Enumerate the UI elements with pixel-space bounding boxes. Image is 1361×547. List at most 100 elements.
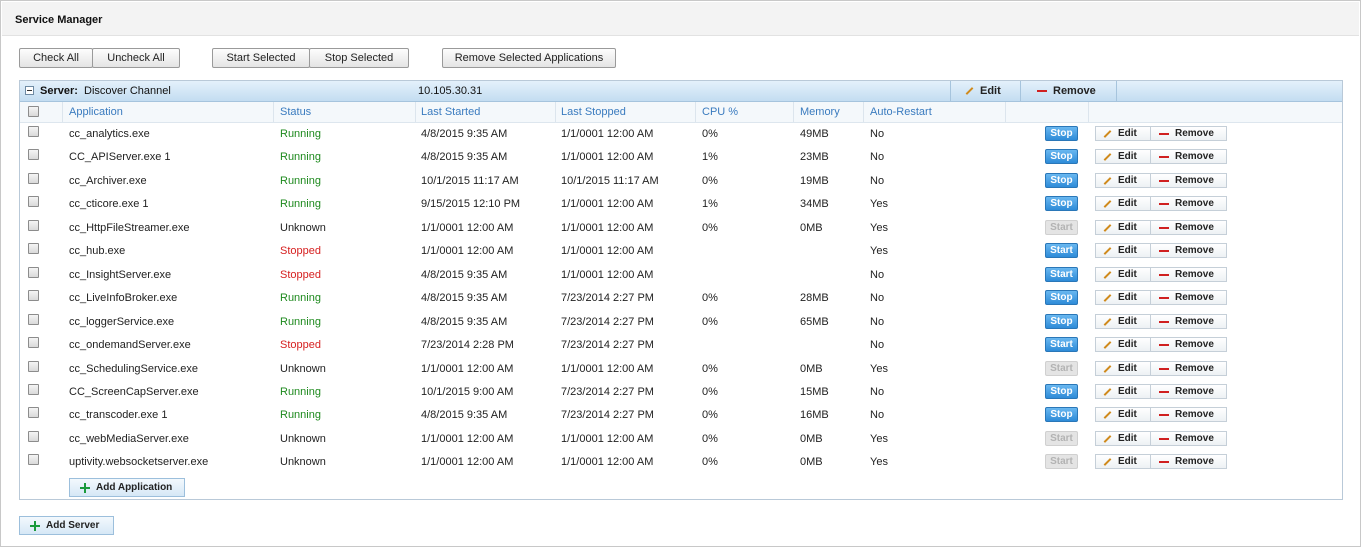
col-application[interactable]: Application [69, 106, 123, 118]
row-checkbox[interactable] [28, 220, 39, 231]
row-checkbox[interactable] [28, 290, 39, 301]
row-checkbox[interactable] [28, 361, 39, 372]
row-checkbox[interactable] [28, 314, 39, 325]
add-server-button[interactable]: Add Server [19, 516, 114, 535]
pencil-icon [965, 87, 974, 95]
remove-button[interactable]: Remove [1150, 267, 1227, 282]
pencil-icon [1103, 129, 1112, 138]
row-checkbox[interactable] [28, 454, 39, 465]
cpu-value: 0% [702, 409, 718, 421]
server-remove-button[interactable]: Remove [1020, 81, 1116, 101]
edit-button[interactable]: Edit [1095, 290, 1151, 305]
stop-button[interactable]: Stop [1045, 149, 1078, 164]
edit-button[interactable]: Edit [1095, 384, 1151, 399]
remove-button[interactable]: Remove [1150, 290, 1227, 305]
col-status[interactable]: Status [280, 106, 311, 118]
remove-button[interactable]: Remove [1150, 243, 1227, 258]
row-checkbox[interactable] [28, 196, 39, 207]
row-checkbox[interactable] [28, 126, 39, 137]
application-name: cc_HttpFileStreamer.exe [69, 222, 190, 234]
edit-button[interactable]: Edit [1095, 243, 1151, 258]
add-application-button[interactable]: Add Application [69, 478, 185, 497]
check-all-button[interactable]: Check All [19, 48, 93, 68]
start-button[interactable]: Start [1045, 267, 1078, 282]
col-last-stopped[interactable]: Last Stopped [561, 106, 626, 118]
edit-label: Edit [1118, 363, 1137, 374]
edit-label: Edit [1118, 456, 1137, 467]
edit-button[interactable]: Edit [1095, 361, 1151, 376]
edit-button[interactable]: Edit [1095, 196, 1151, 211]
row-checkbox[interactable] [28, 243, 39, 254]
server-edit-button[interactable]: Edit [950, 81, 1020, 101]
start-selected-button[interactable]: Start Selected [212, 48, 310, 68]
row-checkbox[interactable] [28, 407, 39, 418]
edit-button[interactable]: Edit [1095, 220, 1151, 235]
col-auto-restart[interactable]: Auto-Restart [870, 106, 932, 118]
last-stopped: 1/1/0001 12:00 AM [561, 151, 654, 163]
edit-label: Edit [1118, 198, 1137, 209]
start-button[interactable]: Start [1045, 337, 1078, 352]
collapse-toggle-icon[interactable] [25, 86, 34, 95]
application-name: CC_APIServer.exe 1 [69, 151, 171, 163]
stop-button[interactable]: Stop [1045, 314, 1078, 329]
edit-button[interactable]: Edit [1095, 337, 1151, 352]
row-checkbox[interactable] [28, 149, 39, 160]
edit-button[interactable]: Edit [1095, 126, 1151, 141]
stop-button[interactable]: Stop [1045, 407, 1078, 422]
edit-button[interactable]: Edit [1095, 454, 1151, 469]
edit-button[interactable]: Edit [1095, 431, 1151, 446]
last-started: 1/1/0001 12:00 AM [421, 245, 514, 257]
remove-button[interactable]: Remove [1150, 407, 1227, 422]
remove-button[interactable]: Remove [1150, 196, 1227, 211]
remove-button[interactable]: Remove [1150, 173, 1227, 188]
remove-button[interactable]: Remove [1150, 384, 1227, 399]
auto-restart-value: No [870, 269, 885, 281]
edit-button[interactable]: Edit [1095, 314, 1151, 329]
last-started: 10/1/2015 9:00 AM [421, 386, 514, 398]
remove-button[interactable]: Remove [1150, 220, 1227, 235]
last-stopped: 1/1/0001 12:00 AM [561, 128, 654, 140]
remove-button[interactable]: Remove [1150, 361, 1227, 376]
edit-button[interactable]: Edit [1095, 267, 1151, 282]
application-name: cc_InsightServer.exe [69, 269, 172, 281]
remove-button[interactable]: Remove [1150, 126, 1227, 141]
remove-button[interactable]: Remove [1150, 149, 1227, 164]
stop-button[interactable]: Stop [1045, 173, 1078, 188]
server-label: Server: [40, 85, 78, 97]
col-cpu[interactable]: CPU % [702, 106, 738, 118]
stop-button[interactable]: Stop [1045, 384, 1078, 399]
edit-button[interactable]: Edit [1095, 149, 1151, 164]
row-checkbox[interactable] [28, 431, 39, 442]
stop-button[interactable]: Stop [1045, 126, 1078, 141]
col-memory[interactable]: Memory [800, 106, 840, 118]
edit-button[interactable]: Edit [1095, 173, 1151, 188]
memory-value: 23MB [800, 151, 829, 163]
remove-selected-applications-button[interactable]: Remove Selected Applications [442, 48, 616, 68]
col-last-started[interactable]: Last Started [421, 106, 480, 118]
remove-button[interactable]: Remove [1150, 454, 1227, 469]
stop-button[interactable]: Stop [1045, 196, 1078, 211]
remove-button[interactable]: Remove [1150, 337, 1227, 352]
table-row: cc_transcoder.exe 1 Running 4/8/2015 9:35 … [20, 404, 1342, 427]
remove-label: Remove [1175, 151, 1214, 162]
edit-label: Edit [1118, 128, 1137, 139]
row-checkbox[interactable] [28, 384, 39, 395]
last-started: 1/1/0001 12:00 AM [421, 433, 514, 445]
table-row: cc_InsightServer.exe Stopped 4/8/2015 9:35… [20, 264, 1342, 287]
pencil-icon [1103, 364, 1112, 373]
row-checkbox[interactable] [28, 337, 39, 348]
stop-selected-button[interactable]: Stop Selected [309, 48, 409, 68]
edit-button[interactable]: Edit [1095, 407, 1151, 422]
remove-label: Remove [1175, 456, 1214, 467]
table-row: CC_APIServer.exe 1 Running 4/8/2015 9:35 A… [20, 146, 1342, 169]
select-all-checkbox[interactable] [28, 106, 39, 117]
row-checkbox[interactable] [28, 267, 39, 278]
stop-button[interactable]: Stop [1045, 290, 1078, 305]
remove-button[interactable]: Remove [1150, 314, 1227, 329]
cpu-value: 0% [702, 292, 718, 304]
remove-button[interactable]: Remove [1150, 431, 1227, 446]
uncheck-all-button[interactable]: Uncheck All [92, 48, 180, 68]
start-button[interactable]: Start [1045, 243, 1078, 258]
row-checkbox[interactable] [28, 173, 39, 184]
plus-icon [80, 482, 90, 493]
